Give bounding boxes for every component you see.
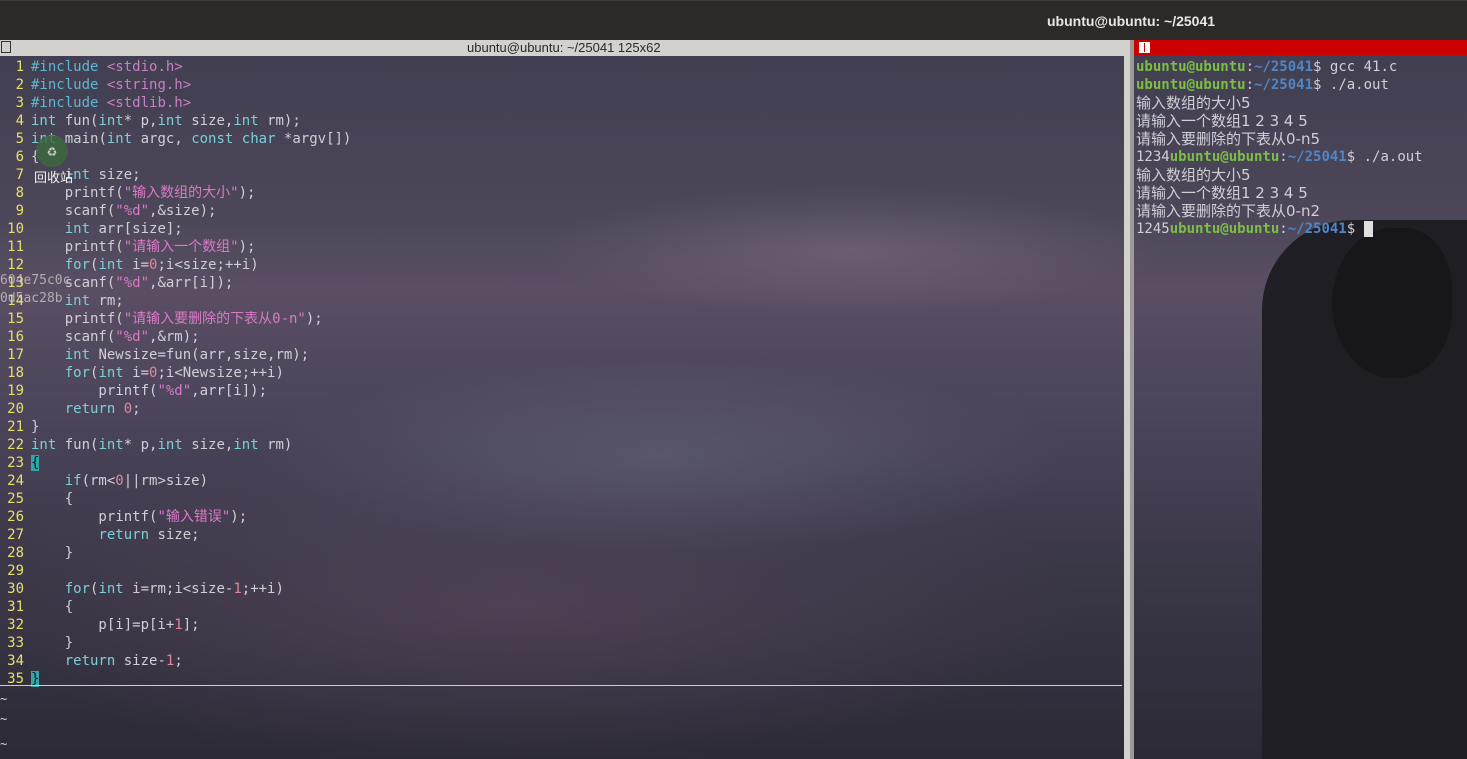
window-title: ubuntu@ubuntu: ~/25041	[1047, 13, 1216, 29]
line-number: 17	[7, 347, 24, 363]
line-number: 3	[15, 95, 24, 111]
top-bar: ubuntu@ubuntu: ~/25041	[0, 0, 1467, 41]
code-text[interactable]: int main(int argc, const char *argv[])	[31, 130, 351, 148]
code-text[interactable]: p[i]=p[i+1];	[31, 616, 199, 634]
line-number: 34	[7, 653, 24, 669]
code-text[interactable]: int Newsize=fun(arr,size,rm);	[31, 346, 309, 364]
line-number: 31	[7, 599, 24, 615]
terminal-prompt-line: 1245ubuntu@ubuntu:~/25041$	[1136, 220, 1466, 238]
tilde-mark: ~	[0, 692, 8, 706]
line-number: 2	[15, 77, 24, 93]
line-number: 22	[7, 437, 24, 453]
left-pane-titlebar[interactable]: ubuntu@ubuntu: ~/25041 125x62	[0, 40, 1134, 56]
line-number: 20	[7, 401, 24, 417]
desktop-file-label: 604e75c0c 0d5ac28b	[0, 272, 70, 308]
code-text[interactable]: {	[31, 454, 40, 472]
line-number: 9	[15, 203, 24, 219]
line-number: 24	[7, 473, 24, 489]
line-number: 7	[15, 167, 24, 183]
code-text[interactable]: int arr[size];	[31, 220, 183, 238]
code-text[interactable]: return size-1;	[31, 652, 183, 670]
terminal-output-line: 输入数组的大小5	[1136, 94, 1251, 112]
left-pane-title: ubuntu@ubuntu: ~/25041 125x62	[467, 40, 661, 55]
terminal-prompt-line: ubuntu@ubuntu:~/25041$ ./a.out	[1136, 77, 1389, 93]
terminal-icon	[1, 41, 11, 53]
terminal-output-line: 请输入要删除的下表从0-n2	[1136, 202, 1321, 220]
code-text[interactable]: #include <stdio.h>	[31, 58, 183, 76]
terminal-prompt-line: 1234ubuntu@ubuntu:~/25041$ ./a.out	[1136, 149, 1423, 165]
line-number: 16	[7, 329, 24, 345]
line-number: 8	[15, 185, 24, 201]
code-text[interactable]: #include <string.h>	[31, 76, 191, 94]
line-number: 30	[7, 581, 24, 597]
line-number: 33	[7, 635, 24, 651]
code-text[interactable]: for(int i=0;i<Newsize;++i)	[31, 364, 284, 382]
code-text[interactable]: printf("输入数组的大小");	[31, 184, 256, 202]
code-text[interactable]: }	[31, 634, 73, 652]
line-number: 21	[7, 419, 24, 435]
code-text[interactable]: return size;	[31, 526, 199, 544]
line-number: 26	[7, 509, 24, 525]
line-number: 29	[7, 563, 24, 579]
code-text[interactable]: int fun(int* p,int size,int rm)	[31, 436, 292, 454]
desktop-file-line: 0d5ac28b	[0, 291, 63, 306]
tilde-mark: ~	[0, 737, 8, 751]
right-pane-titlebar[interactable]	[1134, 40, 1467, 55]
terminal-icon	[1139, 42, 1150, 53]
code-text[interactable]: {	[31, 598, 73, 616]
code-text[interactable]: int fun(int* p,int size,int rm);	[31, 112, 301, 130]
line-number: 5	[15, 131, 24, 147]
line-number: 11	[7, 239, 24, 255]
code-text[interactable]: scanf("%d",&rm);	[31, 328, 200, 346]
line-number: 32	[7, 617, 24, 633]
line-number: 18	[7, 365, 24, 381]
line-number: 10	[7, 221, 24, 237]
line-number: 15	[7, 311, 24, 327]
right-terminal-pane[interactable]: ubuntu@ubuntu:~/25041$ gcc 41.c ubuntu@ub…	[1134, 40, 1467, 759]
code-text[interactable]: printf("请输入一个数组");	[31, 238, 256, 256]
code-text[interactable]: if(rm<0||rm>size)	[31, 472, 208, 490]
code-text[interactable]: for(int i=rm;i<size-1;++i)	[31, 580, 284, 598]
line-number: 28	[7, 545, 24, 561]
code-text[interactable]: printf("输入错误");	[31, 508, 247, 526]
left-terminal-pane[interactable]: ubuntu@ubuntu: ~/25041 125x62 1 #include …	[0, 40, 1134, 759]
line-number: 4	[15, 113, 24, 129]
code-text[interactable]: scanf("%d",&size);	[31, 202, 217, 220]
code-text[interactable]: }	[31, 418, 39, 436]
line-number: 19	[7, 383, 24, 399]
line-number: 25	[7, 491, 24, 507]
editor-divider-line	[0, 685, 1122, 686]
terminal-output-line: 请输入要删除的下表从0-n5	[1136, 130, 1321, 148]
terminal-output-line: 输入数组的大小5	[1136, 166, 1251, 184]
code-text[interactable]: printf("%d",arr[i]);	[31, 382, 267, 400]
code-text[interactable]: return 0;	[31, 400, 141, 418]
code-text[interactable]: }	[31, 544, 73, 562]
terminal-prompt-line: ubuntu@ubuntu:~/25041$ gcc 41.c	[1136, 59, 1398, 75]
terminal-cursor	[1363, 221, 1373, 237]
line-number: 1	[15, 59, 24, 75]
terminal-output-line: 请输入一个数组1 2 3 4 5	[1136, 184, 1308, 202]
code-text[interactable]: {	[31, 490, 73, 508]
recycle-bin-icon[interactable]: ♻	[36, 135, 68, 167]
desktop-file-line: 604e75c0c	[0, 273, 71, 288]
line-number: 23	[7, 455, 24, 471]
recycle-bin-label: 回收站	[34, 170, 74, 185]
terminal-output[interactable]: ubuntu@ubuntu:~/25041$ gcc 41.c ubuntu@ub…	[1136, 58, 1466, 238]
tilde-mark: ~	[0, 712, 8, 726]
line-number: 6	[15, 149, 24, 165]
code-text[interactable]: printf("请输入要删除的下表从0-n");	[31, 310, 323, 328]
code-text[interactable]: #include <stdlib.h>	[31, 94, 191, 112]
line-number: 27	[7, 527, 24, 543]
terminal-output-line: 请输入一个数组1 2 3 4 5	[1136, 112, 1308, 130]
vim-editor[interactable]: 1 #include <stdio.h> 2 #include <string.h> 3…	[0, 58, 1124, 688]
